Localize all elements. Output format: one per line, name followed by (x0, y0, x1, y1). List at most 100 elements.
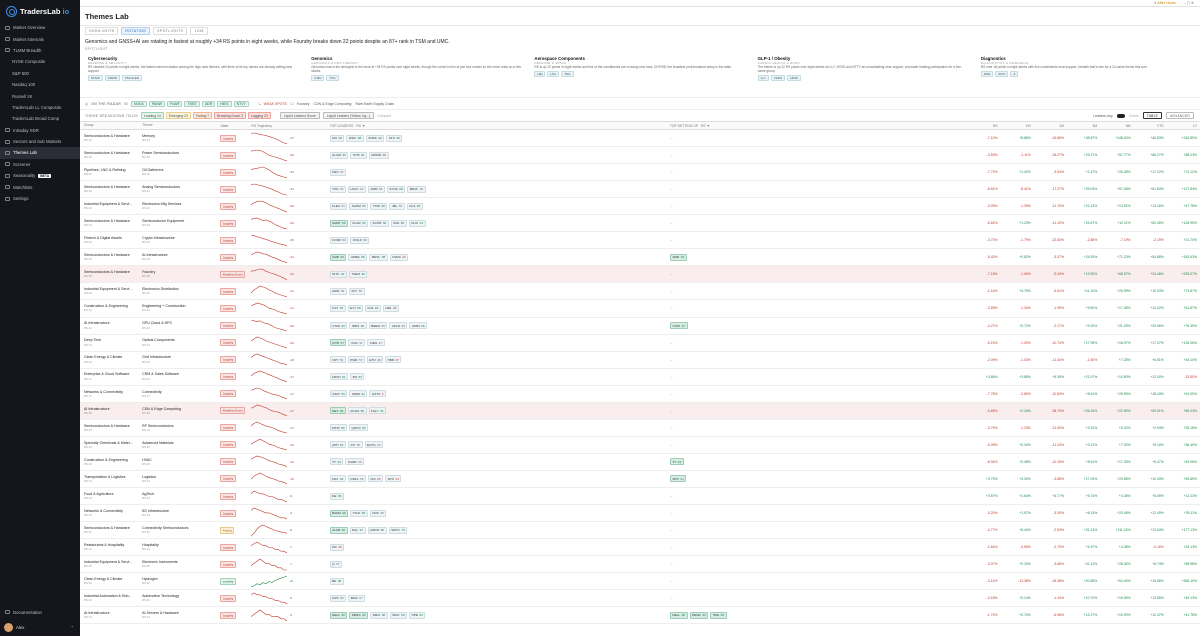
leader-ticker[interactable]: STM 92 (350, 151, 367, 159)
sidebar-item[interactable]: Russell 2K (0, 90, 80, 101)
leader-ticker[interactable]: FLEX 81 (329, 202, 348, 210)
leader-ticker[interactable]: TTMI 88 (370, 202, 388, 210)
leaders-only-toggle[interactable] (1116, 113, 1125, 118)
column-header[interactable]: 1M (1034, 124, 1067, 128)
column-header[interactable]: RS Trajectory (251, 124, 329, 128)
leader-ticker[interactable]: WDC 98 (346, 134, 364, 142)
column-header[interactable]: Group (80, 123, 139, 127)
table-row[interactable]: Semiconductors & Hardware RS 38 Foundry RS … (80, 266, 1200, 284)
leader-ticker[interactable]: ATI 58 (347, 441, 363, 449)
leader-ticker[interactable]: KLIC 91 (408, 219, 426, 227)
leader-ticker[interactable]: VSAT 95 (329, 390, 348, 398)
tab-1[interactable]: ROTATING (121, 27, 151, 35)
ticker-chip[interactable]: A (1010, 71, 1019, 77)
leader-ticker[interactable]: FLR 83 (365, 304, 381, 312)
table-row[interactable]: Clean Energy & Climate RS 52 Hydrogen RS 52… (80, 573, 1200, 591)
sidebar-item[interactable]: Themes Lab (0, 147, 80, 159)
radar-ticker[interactable]: ADR (202, 100, 216, 107)
table-row[interactable]: Transportation & Logistics RS 44 Logistics… (80, 471, 1200, 488)
leader-ticker[interactable]: BWA 57 (348, 594, 366, 602)
spotlight-card[interactable]: GLP-1 / Obesity CARDIO HEALTH & ENDO The t… (755, 55, 972, 95)
weak-spot-item[interactable]: CDN & Edge Computing (314, 102, 352, 106)
ticker-chip[interactable]: CRWD (104, 75, 121, 81)
leader-ticker[interactable]: RAL 97 (349, 526, 366, 534)
table-row[interactable]: Networks & Connectivity RS 47 Connectivity… (80, 386, 1200, 403)
sort-select[interactable]: Liquid Leaders (Yellow Liq...) (322, 112, 375, 119)
leader-ticker[interactable]: JBL 59 (389, 202, 405, 210)
table-row[interactable]: Fintech & Digital Assets RS 40 Crypto Infr… (80, 232, 1200, 250)
tab-2[interactable]: SPOTLIGHTS (153, 27, 188, 35)
leader-ticker[interactable]: BE 98 (329, 577, 344, 585)
leader-ticker[interactable]: ODFL 58 (347, 475, 367, 483)
leader-ticker[interactable]: DELL 98 (329, 611, 348, 619)
leader-ticker[interactable]: CARR 50 (345, 458, 365, 466)
table-row[interactable]: Semiconductors & Hardware RS 44 Memory RS 4… (80, 130, 1200, 148)
table-row[interactable]: Semiconductors & Hardware RS 43 Semiconduc… (80, 215, 1200, 233)
leader-ticker[interactable]: CORZ 83 (329, 236, 349, 244)
leader-ticker[interactable]: CAT 95 (329, 304, 346, 312)
weak-spot-item[interactable]: Foundry (297, 102, 310, 106)
setup-ticker[interactable]: DELL 98 (669, 611, 688, 619)
weak-spot-item[interactable]: Rare Earth Supply Chain (355, 102, 394, 106)
leader-ticker[interactable]: ETN 48 (366, 356, 384, 364)
leader-ticker[interactable]: MTSI 89 (329, 424, 347, 432)
leader-ticker[interactable]: HBB 37 (385, 356, 402, 364)
table-row[interactable]: Enterprise & Cloud Software RS 41 CRM & Sa… (80, 369, 1200, 386)
ticker-chip[interactable]: TXG (326, 75, 339, 81)
leader-ticker[interactable]: WDC 98 (389, 611, 408, 619)
radar-ticker[interactable]: TMST (184, 100, 200, 107)
sidebar-item[interactable]: TradersLab Broad Comp (0, 113, 80, 124)
leader-ticker[interactable]: SNDK 98 (365, 134, 385, 142)
ticker-chip[interactable]: HIMS (787, 75, 801, 81)
setup-ticker[interactable]: TT 94 (669, 458, 684, 466)
leader-ticker[interactable]: TIGO 89 (350, 509, 368, 517)
column-header[interactable]: 1W (1001, 124, 1034, 128)
table-row[interactable]: Semiconductors & Hardware RS 45 Power Semi… (80, 147, 1200, 165)
leader-ticker[interactable]: NET 86 (329, 407, 346, 415)
leader-ticker[interactable]: TT 93 (329, 458, 344, 466)
state-chip[interactable]: Fading 7 (192, 112, 213, 119)
sidebar-item[interactable]: Nasdaq 100 (0, 79, 80, 90)
leader-ticker[interactable]: TSEM 96 (348, 270, 368, 278)
ticker-chip[interactable]: ILMN (311, 75, 325, 81)
ticker-chip[interactable]: LLY (757, 75, 769, 81)
sidebar-item[interactable]: Watchlists (0, 181, 80, 192)
leader-ticker[interactable]: KLAR 99 (349, 219, 369, 227)
leader-ticker[interactable]: AMBA 88 (348, 253, 368, 261)
sidebar-item[interactable]: Settings (0, 193, 80, 204)
leader-ticker[interactable]: BAND 98 (329, 509, 349, 517)
documentation-link[interactable]: Documentation (0, 607, 80, 618)
table-row[interactable]: Pipelines, LNG & Refining RS 40 Oil Gather… (80, 164, 1200, 182)
table-row[interactable]: AI Infrastructure RS 44 AI Servers & Hardw… (80, 607, 1200, 625)
advanced-view-button[interactable]: ADVANCED (1166, 112, 1194, 119)
leader-ticker[interactable]: SCHR 96 (370, 219, 389, 227)
leader-ticker[interactable]: SMTC 76 (388, 526, 408, 534)
leader-ticker[interactable]: CLS 89 (406, 202, 423, 210)
sidebar-item[interactable]: Market Internals (0, 33, 80, 44)
table-row[interactable]: Industrial Automation & Rob... RS 43 Autom… (80, 590, 1200, 608)
ticker-chip[interactable]: PANW (88, 75, 103, 81)
table-row[interactable]: Industrial Equipment & Servi... RS 42 Elec… (80, 198, 1200, 216)
state-chip[interactable]: Leading 14 (140, 112, 164, 119)
ticker-chip[interactable]: ZSCALER (122, 75, 142, 81)
sidebar-item[interactable]: S&P 500 (0, 68, 80, 79)
sidebar-item[interactable]: Intraday SDR (0, 125, 80, 136)
table-row[interactable]: Industrial Equipment & Servi... RS 45 Elec… (80, 556, 1200, 574)
leader-ticker[interactable]: APH 81 (329, 441, 346, 449)
leader-ticker[interactable]: FDI 28 (368, 475, 383, 483)
ticker-chip[interactable]: HXL (547, 71, 560, 77)
leader-ticker[interactable]: INSI 86 (390, 219, 407, 227)
leader-ticker[interactable]: CIEN 27 (367, 339, 385, 347)
sort-select[interactable]: Liquid Leaders Score (279, 112, 320, 119)
leader-ticker[interactable]: VTAP 80 (329, 322, 348, 330)
sidebar-item[interactable]: Sectors and Sub Markets (0, 136, 80, 147)
leader-ticker[interactable]: XPO 21 (384, 475, 402, 483)
table-row[interactable]: Networks & Connectivity RS 44 5G Infrastru… (80, 505, 1200, 523)
ticker-chip[interactable]: DHR (980, 71, 994, 77)
window-controls[interactable]: – ▢ ✕ (1184, 1, 1194, 5)
leader-ticker[interactable]: PWR 57 (347, 356, 365, 364)
leader-ticker[interactable]: DE 88 (329, 492, 344, 500)
leader-ticker[interactable]: AKAM 88 (347, 407, 367, 415)
leader-ticker[interactable]: SANM 89 (349, 202, 369, 210)
table-view-button[interactable]: TABLE (1142, 112, 1163, 119)
